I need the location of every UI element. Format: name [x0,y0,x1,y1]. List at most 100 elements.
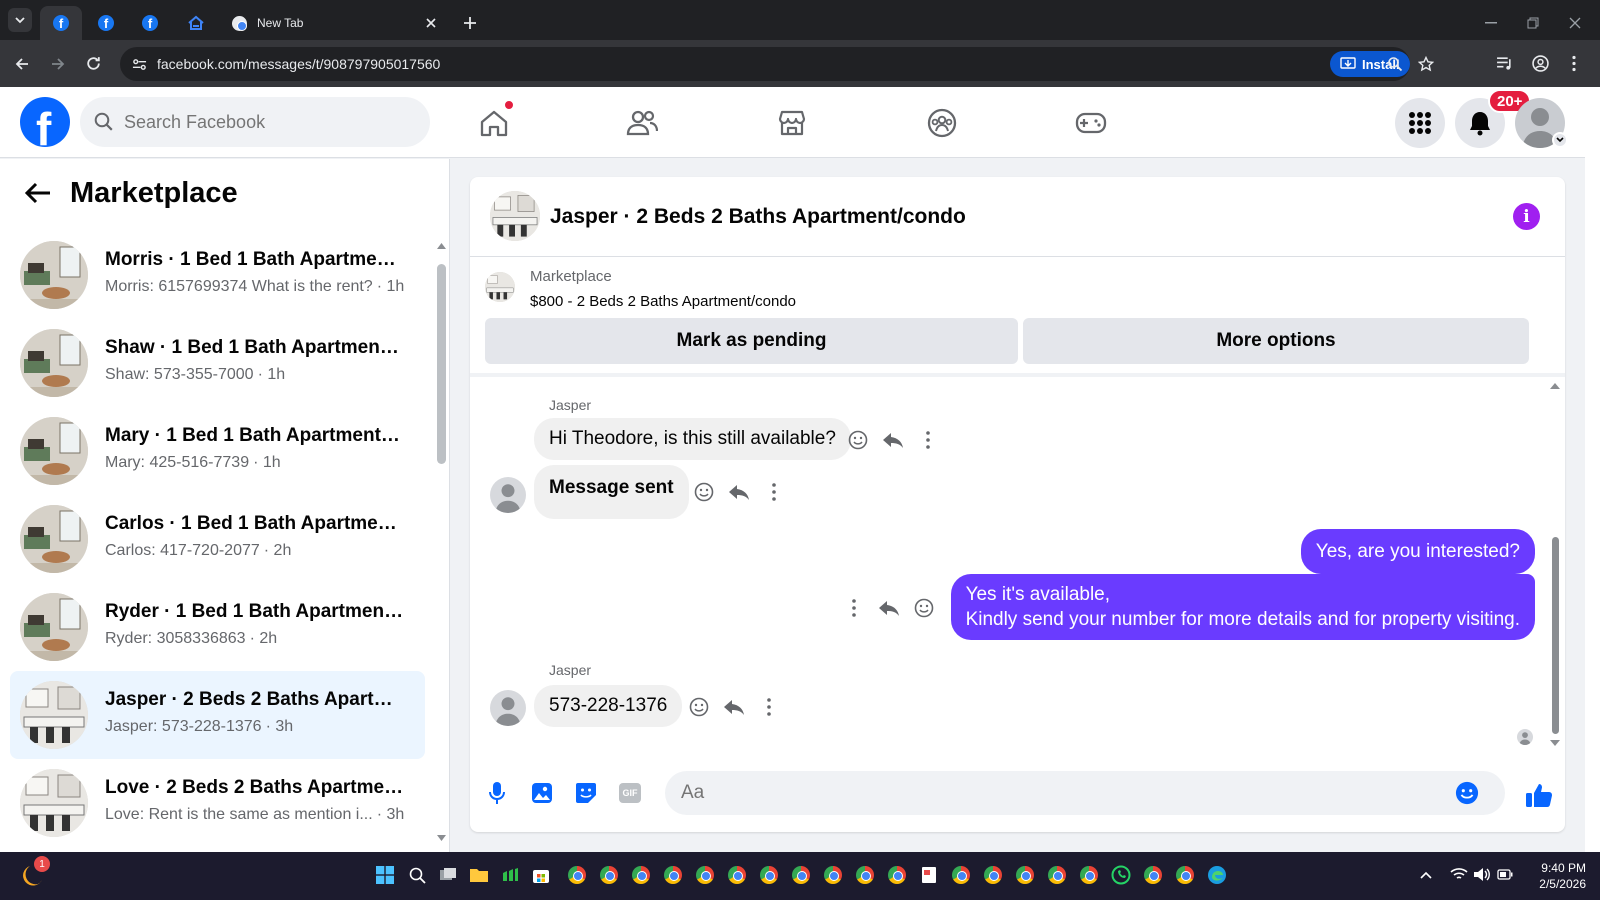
chrome-app[interactable] [1142,864,1164,886]
conversation-item[interactable]: Carlos · 1 Bed 1 Bath Apartment/... Carlo… [10,495,425,583]
chrome-app[interactable] [662,864,684,886]
message-bubble-incoming[interactable]: 573-228-1376 [534,685,683,727]
back-arrow-icon[interactable] [24,181,52,205]
zoom-icon[interactable] [1387,56,1403,72]
attach-photo-button[interactable] [530,781,554,805]
page-scrollbar-track[interactable] [1585,87,1600,852]
react-button[interactable] [912,596,936,620]
react-button[interactable] [846,428,870,452]
chrome-app[interactable] [566,864,588,886]
chat-title[interactable]: Jasper · 2 Beds 2 Baths Apartment/condo [550,205,966,229]
taskbar-search[interactable] [406,864,428,886]
bookmark-star-icon[interactable] [1418,56,1434,72]
battery-icon[interactable] [1497,869,1513,880]
more-actions-button[interactable] [762,480,786,504]
sidebar-scroll-thumb[interactable] [437,264,446,464]
message-bubble-outgoing[interactable]: Yes it's available, Kindly send your num… [950,574,1535,640]
minimize-button[interactable] [1476,6,1506,40]
facebook-logo[interactable]: f [20,97,70,147]
chrome-app[interactable] [694,864,716,886]
scroll-down-icon[interactable] [437,834,446,842]
more-actions-button[interactable] [916,428,940,452]
reply-button[interactable] [722,695,746,719]
new-tab-button[interactable] [457,6,483,40]
gif-button[interactable]: GIF [618,781,642,805]
scroll-up-icon[interactable] [437,242,446,250]
message-bubble-outgoing[interactable]: Yes, are you interested? [1300,529,1535,574]
search-input[interactable] [124,111,404,133]
conversation-item[interactable]: Ryder · 1 Bed 1 Bath Apartment/... Ryder:… [10,583,425,671]
nav-home[interactable] [474,100,514,143]
chrome-app[interactable] [1174,864,1196,886]
conversation-item[interactable]: Jasper · 2 Beds 2 Baths Apartme... Jasper… [10,671,425,759]
like-button[interactable] [1525,781,1553,809]
conversation-item[interactable]: Shaw · 1 Bed 1 Bath Apartment/c... Shaw: … [10,319,425,407]
browser-tab-facebook-2[interactable]: f [86,6,126,40]
chrome-app[interactable] [630,864,652,886]
volume-icon[interactable] [1473,867,1491,882]
chrome-app[interactable] [758,864,780,886]
sender-avatar[interactable] [490,477,526,513]
nav-groups[interactable] [922,103,962,143]
nav-friends[interactable] [622,103,662,143]
browser-tab-zillow[interactable] [176,6,216,40]
whatsapp-app[interactable] [1110,864,1132,886]
listing-thumbnail[interactable] [490,191,540,241]
taskbar-app-green[interactable] [499,864,521,886]
chrome-app[interactable] [886,864,908,886]
react-button[interactable] [692,480,716,504]
listing-title[interactable]: $800 - 2 Beds 2 Baths Apartment/condo [530,293,796,310]
scroll-up-icon[interactable] [1550,382,1560,390]
voice-clip-button[interactable] [485,781,509,805]
more-actions-button[interactable] [842,596,866,620]
forward-arrow-icon[interactable] [50,56,66,72]
more-actions-button[interactable] [757,695,781,719]
chevron-up-icon[interactable] [1420,871,1432,879]
restore-button[interactable] [1518,6,1548,40]
chrome-app[interactable] [822,864,844,886]
chrome-app[interactable] [950,864,972,886]
nav-gaming[interactable] [1071,103,1111,143]
task-view-button[interactable] [437,864,459,886]
store-app[interactable] [530,864,552,886]
file-explorer-app[interactable] [468,864,490,886]
message-bubble-incoming[interactable]: Hi Theodore, is this still available? [534,418,851,460]
chrome-app[interactable] [598,864,620,886]
browser-tab-new-tab[interactable]: New Tab [222,6,447,40]
message-input[interactable] [681,782,1441,804]
edge-app[interactable] [1206,864,1228,886]
reply-button[interactable] [877,596,901,620]
wifi-icon[interactable] [1450,867,1468,881]
listing-mini-thumbnail[interactable] [485,272,515,302]
more-options-button[interactable]: More options [1023,318,1529,364]
browser-tab-facebook-3[interactable]: f [130,6,170,40]
close-icon[interactable] [425,17,437,29]
conversation-item[interactable]: Mary · 1 Bed 1 Bath Apartment/c... Mary: … [10,407,425,495]
url-text[interactable]: facebook.com/messages/t/908797905017560 [157,56,440,72]
account-menu-chevron[interactable] [1552,132,1568,148]
sidebar-scrollbar[interactable] [437,242,446,842]
weather-widget[interactable]: 1 [20,856,50,888]
address-bar[interactable]: facebook.com/messages/t/908797905017560 … [120,47,1434,81]
reload-icon[interactable] [85,55,102,72]
nav-marketplace[interactable] [772,103,812,143]
react-button[interactable] [687,695,711,719]
chrome-app[interactable] [790,864,812,886]
system-clock[interactable]: 9:40 PM 2/5/2026 [1520,860,1586,892]
message-input-box[interactable] [665,771,1505,815]
site-settings-icon[interactable] [132,57,147,72]
chrome-app[interactable] [726,864,748,886]
chrome-app[interactable] [1046,864,1068,886]
browser-menu-icon[interactable] [1571,55,1577,72]
message-bubble-incoming[interactable]: Message sent [534,465,689,519]
chrome-app[interactable] [1014,864,1036,886]
info-icon[interactable]: i [1513,203,1540,230]
sender-avatar[interactable] [490,690,526,726]
reply-button[interactable] [727,480,751,504]
tab-search-button[interactable] [8,8,32,32]
sticker-button[interactable] [574,781,598,805]
media-controls-icon[interactable] [1496,55,1513,72]
chrome-app[interactable] [1078,864,1100,886]
browser-tab-facebook-active[interactable]: f [40,6,82,40]
mark-as-pending-button[interactable]: Mark as pending [485,318,1018,364]
